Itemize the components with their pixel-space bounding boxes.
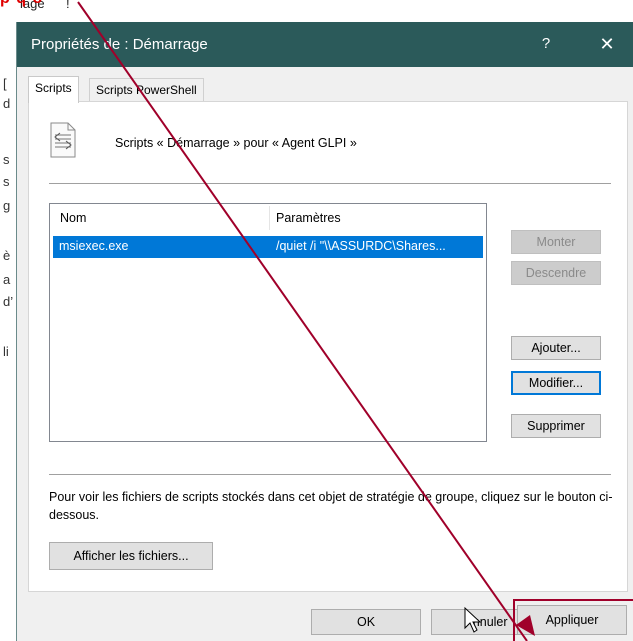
add-button[interactable]: Ajouter... (511, 336, 601, 360)
move-down-button[interactable]: Descendre (511, 261, 601, 285)
scripts-heading: Scripts « Démarrage » pour « Agent GLPI … (115, 136, 357, 150)
background-glyph: a (3, 272, 11, 287)
background-menu-text-2: ! (66, 0, 70, 11)
column-header-parameters[interactable]: Paramètres (276, 211, 341, 225)
background-glyph: li (3, 344, 9, 359)
tab-panel-scripts: Scripts « Démarrage » pour « Agent GLPI … (28, 101, 628, 592)
row-script-name: msiexec.exe (59, 239, 129, 253)
edit-button[interactable]: Modifier... (511, 371, 601, 395)
column-header-name[interactable]: Nom (60, 211, 86, 225)
close-button[interactable]: ✕ (595, 32, 619, 56)
apply-button[interactable]: Appliquer (517, 605, 627, 635)
dialog-titlebar[interactable]: Propriétés de : Démarrage ? ✕ (17, 22, 633, 67)
scripts-list[interactable]: Nom Paramètres msiexec.exe /quiet /i "\\… (49, 203, 487, 442)
dialog-title: Propriétés de : Démarrage (31, 36, 208, 53)
column-divider[interactable] (269, 206, 270, 230)
show-files-button[interactable]: Afficher les fichiers... (49, 542, 213, 570)
annotation-text: p q́ o (0, 0, 43, 8)
separator (49, 183, 611, 184)
tab-scripts-powershell[interactable]: Scripts PowerShell (89, 78, 204, 101)
separator (49, 474, 611, 475)
ok-button[interactable]: OK (311, 609, 421, 635)
delete-button[interactable]: Supprimer (511, 414, 601, 438)
background-glyph: [ (3, 76, 7, 91)
background-glyph: d (3, 96, 11, 111)
row-script-parameters: /quiet /i "\\ASSURDC\Shares... (276, 239, 446, 253)
table-row[interactable]: msiexec.exe /quiet /i "\\ASSURDC\Shares.… (53, 236, 483, 258)
move-up-button[interactable]: Monter (511, 230, 601, 254)
background-glyph: s (3, 152, 10, 167)
tab-scripts[interactable]: Scripts (28, 76, 79, 103)
background-glyph: s (3, 174, 10, 189)
script-properties-dialog: Propriétés de : Démarrage ? ✕ Scripts « … (16, 22, 633, 641)
script-file-icon (50, 122, 76, 158)
background-glyph: è (3, 248, 11, 263)
background-glyph: g (3, 198, 11, 213)
help-button[interactable]: ? (534, 32, 558, 56)
info-text: Pour voir les fichiers de scripts stocké… (49, 490, 613, 522)
background-glyph: d’ (3, 294, 14, 309)
